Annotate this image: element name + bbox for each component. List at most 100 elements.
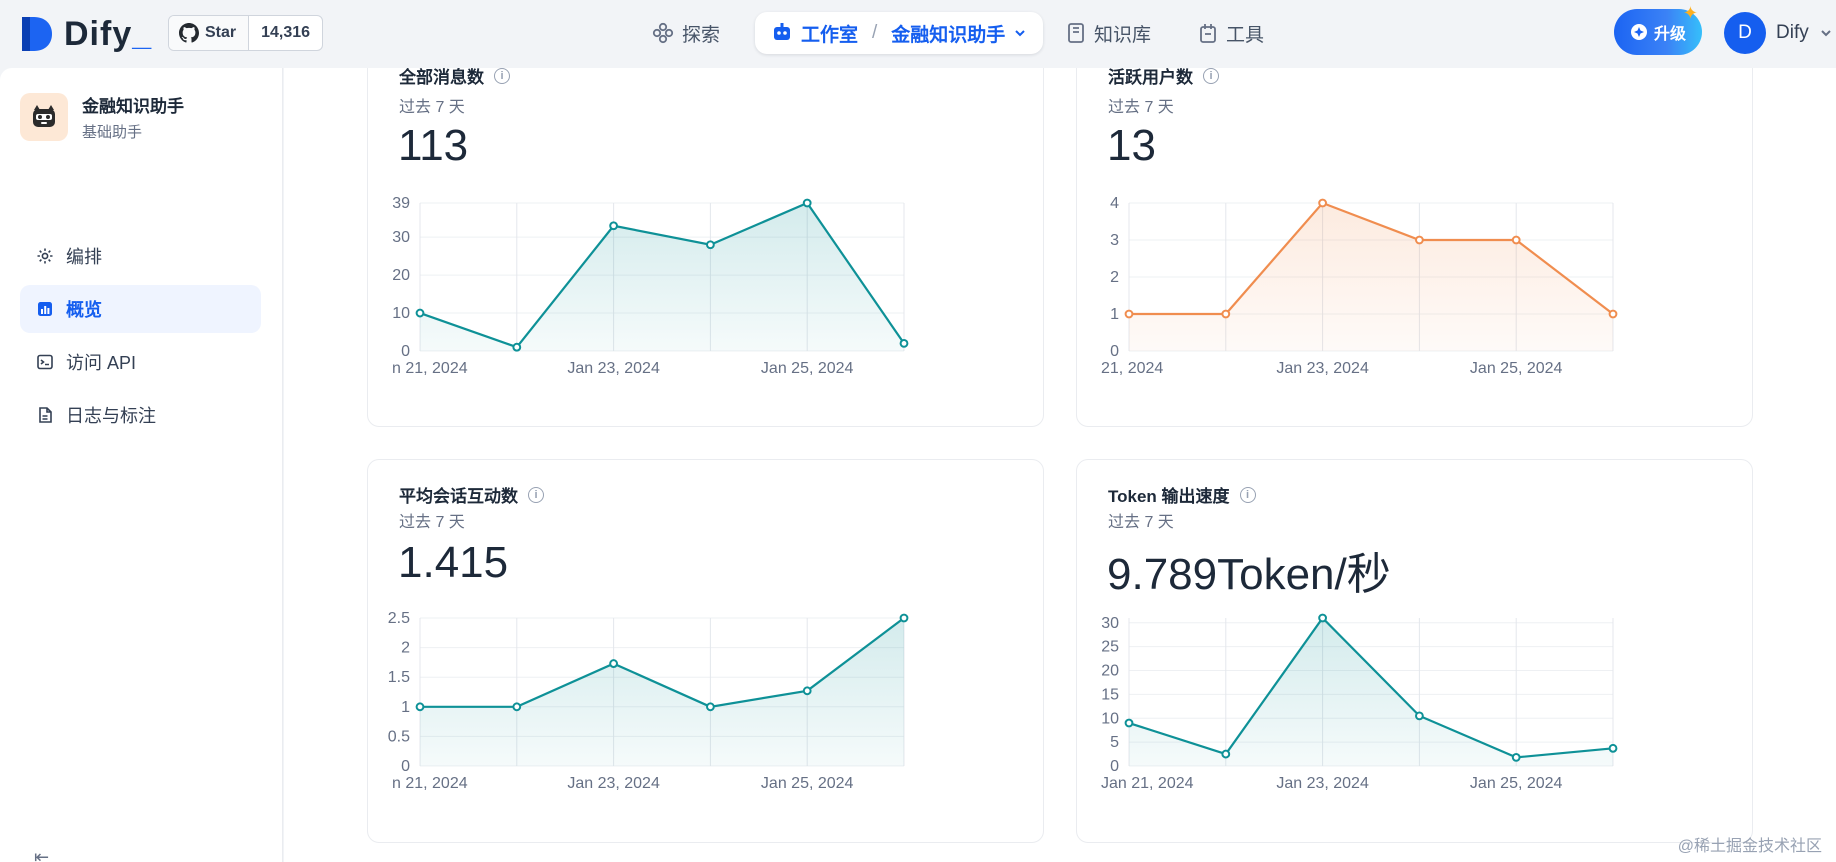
breadcrumb-separator: / (872, 22, 878, 43)
data-point (899, 613, 909, 623)
nav-tools[interactable]: 工具 (1198, 12, 1264, 54)
data-point (706, 702, 715, 712)
y-tick-label: 39 (392, 195, 410, 212)
y-tick-label: 0.5 (388, 728, 410, 745)
robot-face-icon (33, 105, 55, 127)
user-menu[interactable]: D Dify (1724, 12, 1833, 54)
series-area (420, 618, 904, 766)
sidebar-item-logs[interactable]: 日志与标注 (20, 391, 261, 439)
info-icon[interactable]: i (494, 68, 510, 84)
data-point (609, 221, 619, 231)
y-tick-label: 1 (1110, 306, 1119, 323)
series-area (1129, 618, 1613, 766)
dify-logo-icon (22, 17, 52, 51)
data-point (415, 308, 425, 318)
bar-chart-icon (38, 302, 52, 316)
data-point (1511, 753, 1521, 762)
x-tick-label: 21, 2024 (1101, 360, 1163, 377)
upgrade-button[interactable]: 升级 ✦ (1614, 3, 1702, 55)
nav-knowledge[interactable]: 知识库 (1066, 12, 1151, 54)
card-title: 活跃用户数 (1108, 68, 1193, 87)
x-tick-label: Jan 23, 2024 (1276, 360, 1369, 377)
y-tick-label: 1 (401, 699, 410, 716)
app-breadcrumb[interactable]: 金融知识助手 (891, 20, 1005, 47)
nav-tools-label: 工具 (1226, 24, 1265, 46)
upgrade-label: 升级 (1653, 26, 1686, 43)
logo-text: Dify (64, 14, 133, 53)
stat-card-total-messages: 全部消息数 i 过去 7 天 113 0 10 20 30 39 n 21, 2024 Ja… (367, 68, 1044, 427)
app-info[interactable]: 金融知识助手 基础助手 (20, 92, 184, 142)
y-tick-label: 2 (401, 640, 410, 657)
data-point (1124, 309, 1134, 319)
y-tick-label: 1.5 (388, 669, 410, 686)
sidebar-item-api[interactable]: 访问 API (20, 338, 261, 386)
y-tick-label: 30 (1101, 615, 1119, 632)
data-point (1415, 235, 1424, 245)
x-tick-label: n 21, 2024 (392, 360, 468, 377)
nav-studio[interactable]: 工作室 / 金融知识助手 (755, 12, 1044, 54)
y-tick-label: 2.5 (388, 610, 410, 627)
data-point (609, 659, 619, 668)
data-point (1608, 309, 1618, 319)
y-tick-label: 25 (1101, 639, 1119, 656)
y-tick-label: 20 (1101, 663, 1119, 680)
stat-card-avg-interactions: 平均会话互动数 i 过去 7 天 1.415 0 0.5 1 1.5 2 2.5 n 21,… (367, 459, 1044, 843)
card-period: 过去 7 天 (1108, 514, 1174, 531)
info-icon[interactable]: i (1203, 68, 1219, 84)
terminal-icon (37, 354, 53, 370)
collapse-sidebar-icon[interactable]: ⇤ (34, 847, 49, 862)
chevron-down-icon[interactable] (1013, 26, 1027, 40)
x-tick-label: Jan 23, 2024 (567, 775, 660, 792)
upgrade-icon (1630, 24, 1647, 40)
data-point (1415, 711, 1424, 721)
card-title: Token 输出速度 (1108, 487, 1230, 506)
chevron-down-icon (1821, 30, 1831, 37)
token-speed-chart: 0 5 10 15 20 25 30 Jan 21, 2024 Jan 23, 2024 Jan … (1101, 613, 1618, 792)
info-icon[interactable]: i (528, 486, 544, 503)
robot-icon (774, 23, 790, 40)
github-star-badge[interactable]: Star 14,316 (168, 15, 324, 51)
nav-explore[interactable]: 探索 (652, 12, 720, 54)
y-tick-label: 10 (1101, 710, 1119, 727)
sidebar-item-label: 日志与标注 (66, 406, 156, 426)
sidebar-item-orchestrate[interactable]: 编排 (20, 232, 261, 280)
sidebar: 金融知识助手 基础助手 编排 概览 访问 API 日志与标注 ⇤ (0, 68, 283, 862)
card-period: 过去 7 天 (399, 514, 465, 531)
y-tick-label: 10 (392, 305, 410, 322)
book-icon (1068, 23, 1084, 43)
nav-studio-label[interactable]: 工作室 (801, 20, 858, 47)
github-star-button[interactable]: Star (169, 16, 250, 50)
info-icon[interactable]: i (1239, 486, 1256, 503)
x-tick-label: Jan 25, 2024 (761, 360, 854, 377)
watermark: @稀土掘金技术社区 (1677, 838, 1822, 855)
card-period: 过去 7 天 (1108, 99, 1174, 116)
y-tick-label: 0 (401, 758, 410, 775)
data-point (512, 702, 522, 712)
data-point (512, 342, 522, 352)
nav-knowledge-label: 知识库 (1094, 24, 1152, 46)
data-point (1221, 309, 1231, 319)
github-star-count[interactable]: 14,316 (249, 24, 322, 42)
sidebar-item-label: 访问 API (66, 353, 137, 373)
sidebar-item-label: 编排 (66, 247, 102, 267)
y-tick-label: 0 (1110, 758, 1119, 775)
sidebar-item-label: 概览 (66, 300, 102, 320)
y-tick-label: 5 (1110, 734, 1119, 751)
data-point (1124, 718, 1134, 728)
x-tick-label: Jan 25, 2024 (761, 775, 854, 792)
stat-card-token-speed: Token 输出速度 i 过去 7 天 9.789Token/秒 0 5 10 15 2… (1076, 459, 1753, 843)
gear-icon (37, 248, 53, 264)
dify-logo[interactable]: Dify_ (20, 14, 152, 54)
y-tick-label: 0 (1110, 343, 1119, 360)
y-tick-label: 15 (1101, 686, 1119, 703)
app-name: 金融知识助手 (82, 97, 184, 116)
total-messages-chart: 0 10 20 30 39 n 21, 2024 Jan 23, 2024 Jan 25, 2… (392, 195, 909, 377)
avatar[interactable]: D (1724, 12, 1766, 54)
y-tick-label: 3 (1110, 232, 1119, 249)
sidebar-item-overview[interactable]: 概览 (20, 285, 261, 333)
app-mode: 基础助手 (82, 124, 143, 141)
overview-panel: 全部消息数 i 过去 7 天 113 0 10 20 30 39 n 21, 2024 Ja… (284, 68, 1836, 862)
explore-icon (652, 22, 674, 44)
data-point (802, 686, 812, 696)
stat-card-active-users: 活跃用户数 i 过去 7 天 13 0 1 2 3 4 21, 2024 Jan 23, 2… (1076, 68, 1753, 427)
